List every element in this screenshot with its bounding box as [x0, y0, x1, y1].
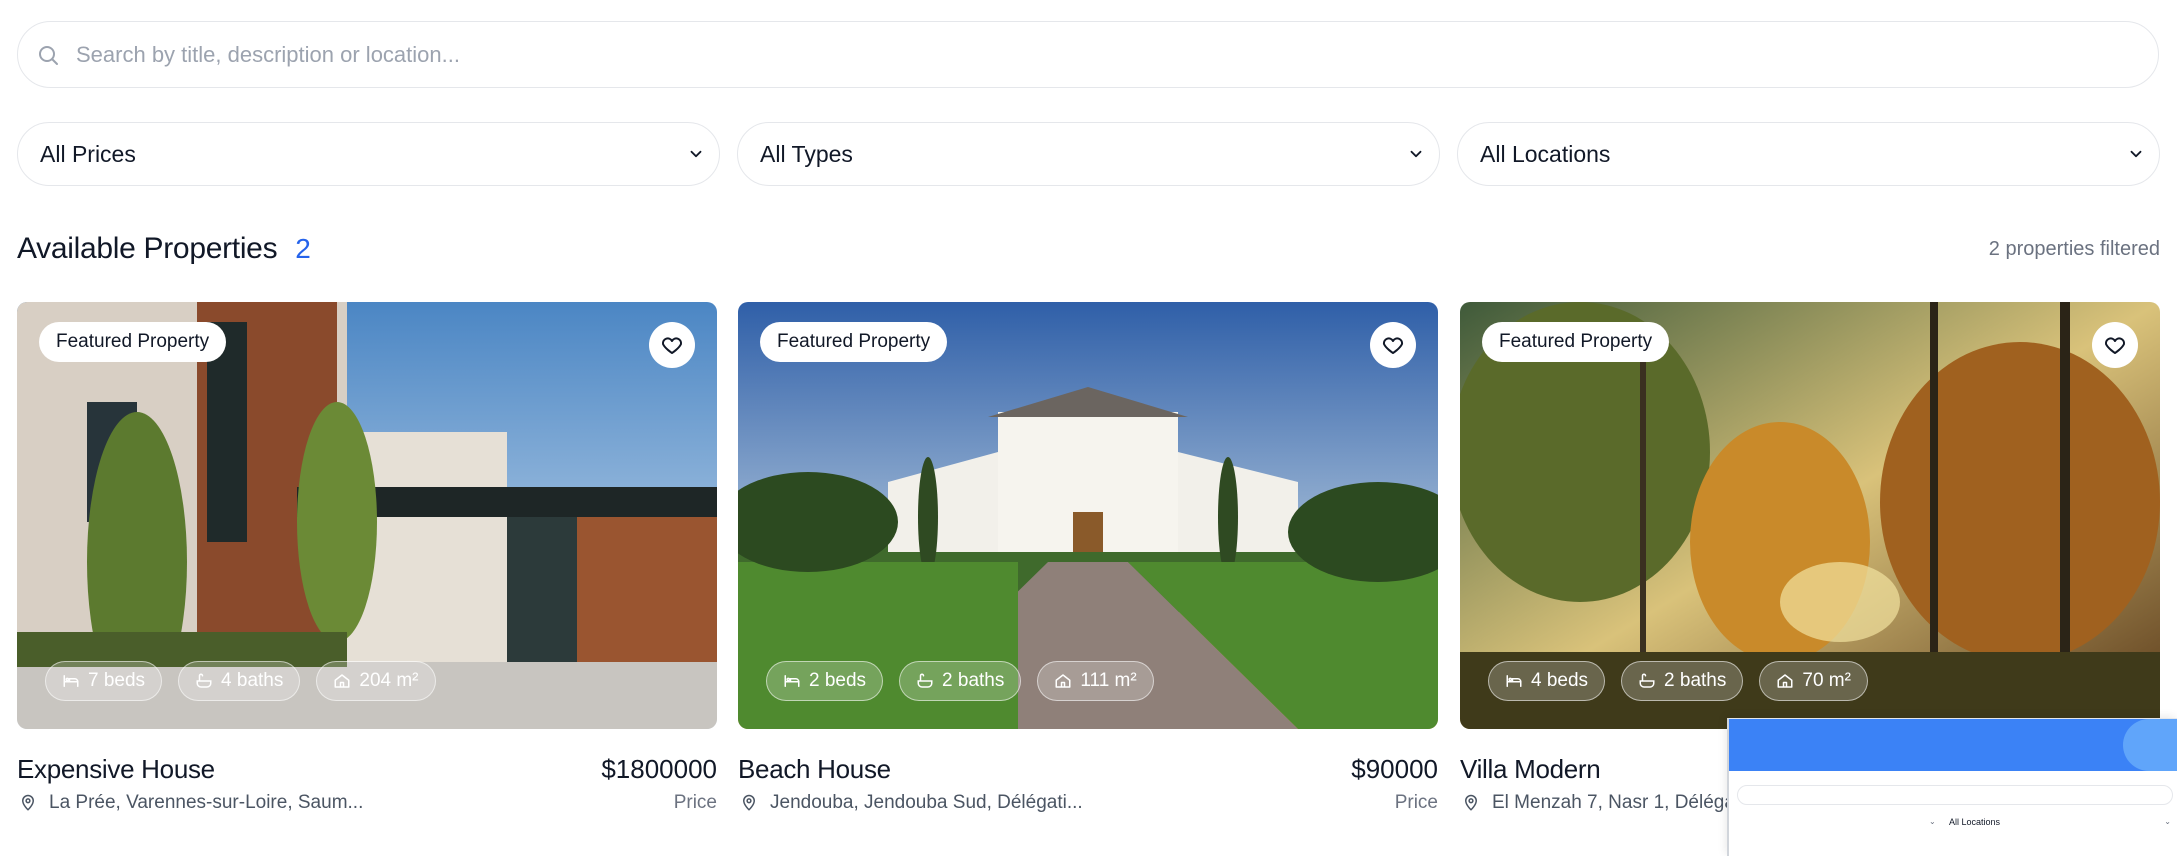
map-pin-icon — [742, 794, 756, 811]
beds-chip: 2 beds — [766, 661, 884, 701]
home-icon — [1777, 674, 1793, 688]
price-filter-select[interactable]: All Prices — [17, 122, 720, 186]
baths-label: 2 baths — [942, 670, 1005, 691]
property-card[interactable]: Featured Property 2 beds 2 baths 111 m² … — [738, 302, 1438, 813]
section-title: Available Properties 2 — [17, 232, 311, 266]
beds-chip: 7 beds — [45, 661, 163, 701]
favorite-button[interactable] — [2092, 322, 2138, 368]
beds-chip: 4 beds — [1488, 661, 1606, 701]
beds-label: 2 beds — [809, 670, 867, 691]
type-filter-select[interactable]: All Types — [737, 122, 1440, 186]
preview-popup[interactable]: ⌄ All Locations ⌄ — [1727, 718, 2177, 856]
baths-chip: 2 baths — [899, 661, 1022, 701]
location-text: Jendouba, Jendouba Sud, Délégati... — [770, 792, 1083, 813]
property-title[interactable]: Beach House — [738, 754, 891, 785]
beds-label: 7 beds — [88, 670, 146, 691]
heart-icon — [661, 337, 683, 354]
price-label: Price — [1394, 792, 1438, 813]
chevron-down-icon — [2130, 150, 2142, 158]
featured-badge: Featured Property — [39, 322, 227, 362]
location-text: El Menzah 7, Nasr 1, Déléga — [1492, 792, 1735, 813]
baths-label: 4 baths — [221, 670, 284, 691]
bed-icon — [63, 675, 79, 687]
area-label: 111 m² — [1080, 670, 1137, 691]
home-icon — [334, 674, 350, 688]
chevron-down-icon: ⌄ — [2164, 817, 2171, 826]
property-features: 2 beds 2 baths 111 m² — [766, 661, 1154, 701]
search-input[interactable] — [76, 41, 1976, 68]
property-image[interactable]: Featured Property 4 beds 2 baths 70 m² — [1460, 302, 2160, 729]
property-card[interactable]: Featured Property 7 beds 4 baths 204 m² … — [17, 302, 717, 813]
location-text: La Prée, Varennes-sur-Loire, Saum... — [49, 792, 364, 813]
property-features: 4 beds 2 baths 70 m² — [1488, 661, 1868, 701]
map-pin-icon — [1464, 794, 1478, 811]
property-location: La Prée, Varennes-sur-Loire, Saum... — [19, 792, 363, 814]
property-image[interactable]: Featured Property 7 beds 4 baths 204 m² — [17, 302, 717, 729]
property-features: 7 beds 4 baths 204 m² — [45, 661, 436, 701]
price-filter-value: All Prices — [40, 140, 136, 167]
area-chip: 204 m² — [316, 661, 436, 701]
favorite-button[interactable] — [649, 322, 695, 368]
price-label: Price — [673, 792, 717, 813]
featured-badge: Featured Property — [760, 322, 948, 362]
property-card[interactable]: Featured Property 4 beds 2 baths 70 m² V… — [1460, 302, 2160, 813]
property-location: Jendouba, Jendouba Sud, Délégati... — [740, 792, 1083, 814]
popup-search-field[interactable] — [1737, 785, 2173, 805]
popup-select-value: All Locations — [1949, 817, 2001, 827]
heart-icon — [2104, 337, 2126, 354]
popup-header — [1729, 719, 2177, 771]
chevron-down-icon: ⌄ — [1929, 817, 1936, 826]
heart-icon — [1382, 337, 1404, 354]
popup-location-select[interactable]: ⌄ All Locations ⌄ — [1737, 813, 2173, 833]
property-location: El Menzah 7, Nasr 1, Déléga — [1462, 792, 1735, 814]
area-chip: 111 m² — [1037, 661, 1154, 701]
property-price: $1800000 — [601, 754, 717, 784]
popup-toggle-button[interactable] — [2123, 719, 2177, 771]
area-label: 70 m² — [1802, 670, 1851, 691]
home-icon — [1055, 674, 1071, 688]
property-title[interactable]: Villa Modern — [1460, 754, 1601, 785]
baths-chip: 4 baths — [178, 661, 301, 701]
filtered-note: 2 properties filtered — [1988, 238, 2160, 260]
baths-chip: 2 baths — [1621, 661, 1744, 701]
search-bar[interactable] — [17, 21, 2159, 88]
featured-badge: Featured Property — [1482, 322, 1670, 362]
map-pin-icon — [21, 794, 35, 811]
area-chip: 70 m² — [1759, 661, 1868, 701]
bed-icon — [784, 675, 800, 687]
bath-icon — [917, 673, 933, 688]
bath-icon — [196, 673, 212, 688]
area-label: 204 m² — [359, 670, 419, 691]
bed-icon — [1506, 675, 1522, 687]
location-filter-value: All Locations — [1480, 140, 1611, 167]
chevron-down-icon — [690, 150, 702, 158]
property-count: 2 — [295, 233, 311, 264]
section-title-text: Available Properties — [17, 232, 278, 265]
search-icon — [39, 45, 58, 65]
type-filter-value: All Types — [760, 140, 853, 167]
baths-label: 2 baths — [1664, 670, 1727, 691]
beds-label: 4 beds — [1531, 670, 1589, 691]
bath-icon — [1639, 673, 1655, 688]
property-title[interactable]: Expensive House — [17, 754, 215, 785]
favorite-button[interactable] — [1370, 322, 1416, 368]
chevron-down-icon — [1410, 150, 1422, 158]
location-filter-select[interactable]: All Locations — [1457, 122, 2160, 186]
property-price: $90000 — [1351, 754, 1438, 784]
property-image[interactable]: Featured Property 2 beds 2 baths 111 m² — [738, 302, 1438, 729]
